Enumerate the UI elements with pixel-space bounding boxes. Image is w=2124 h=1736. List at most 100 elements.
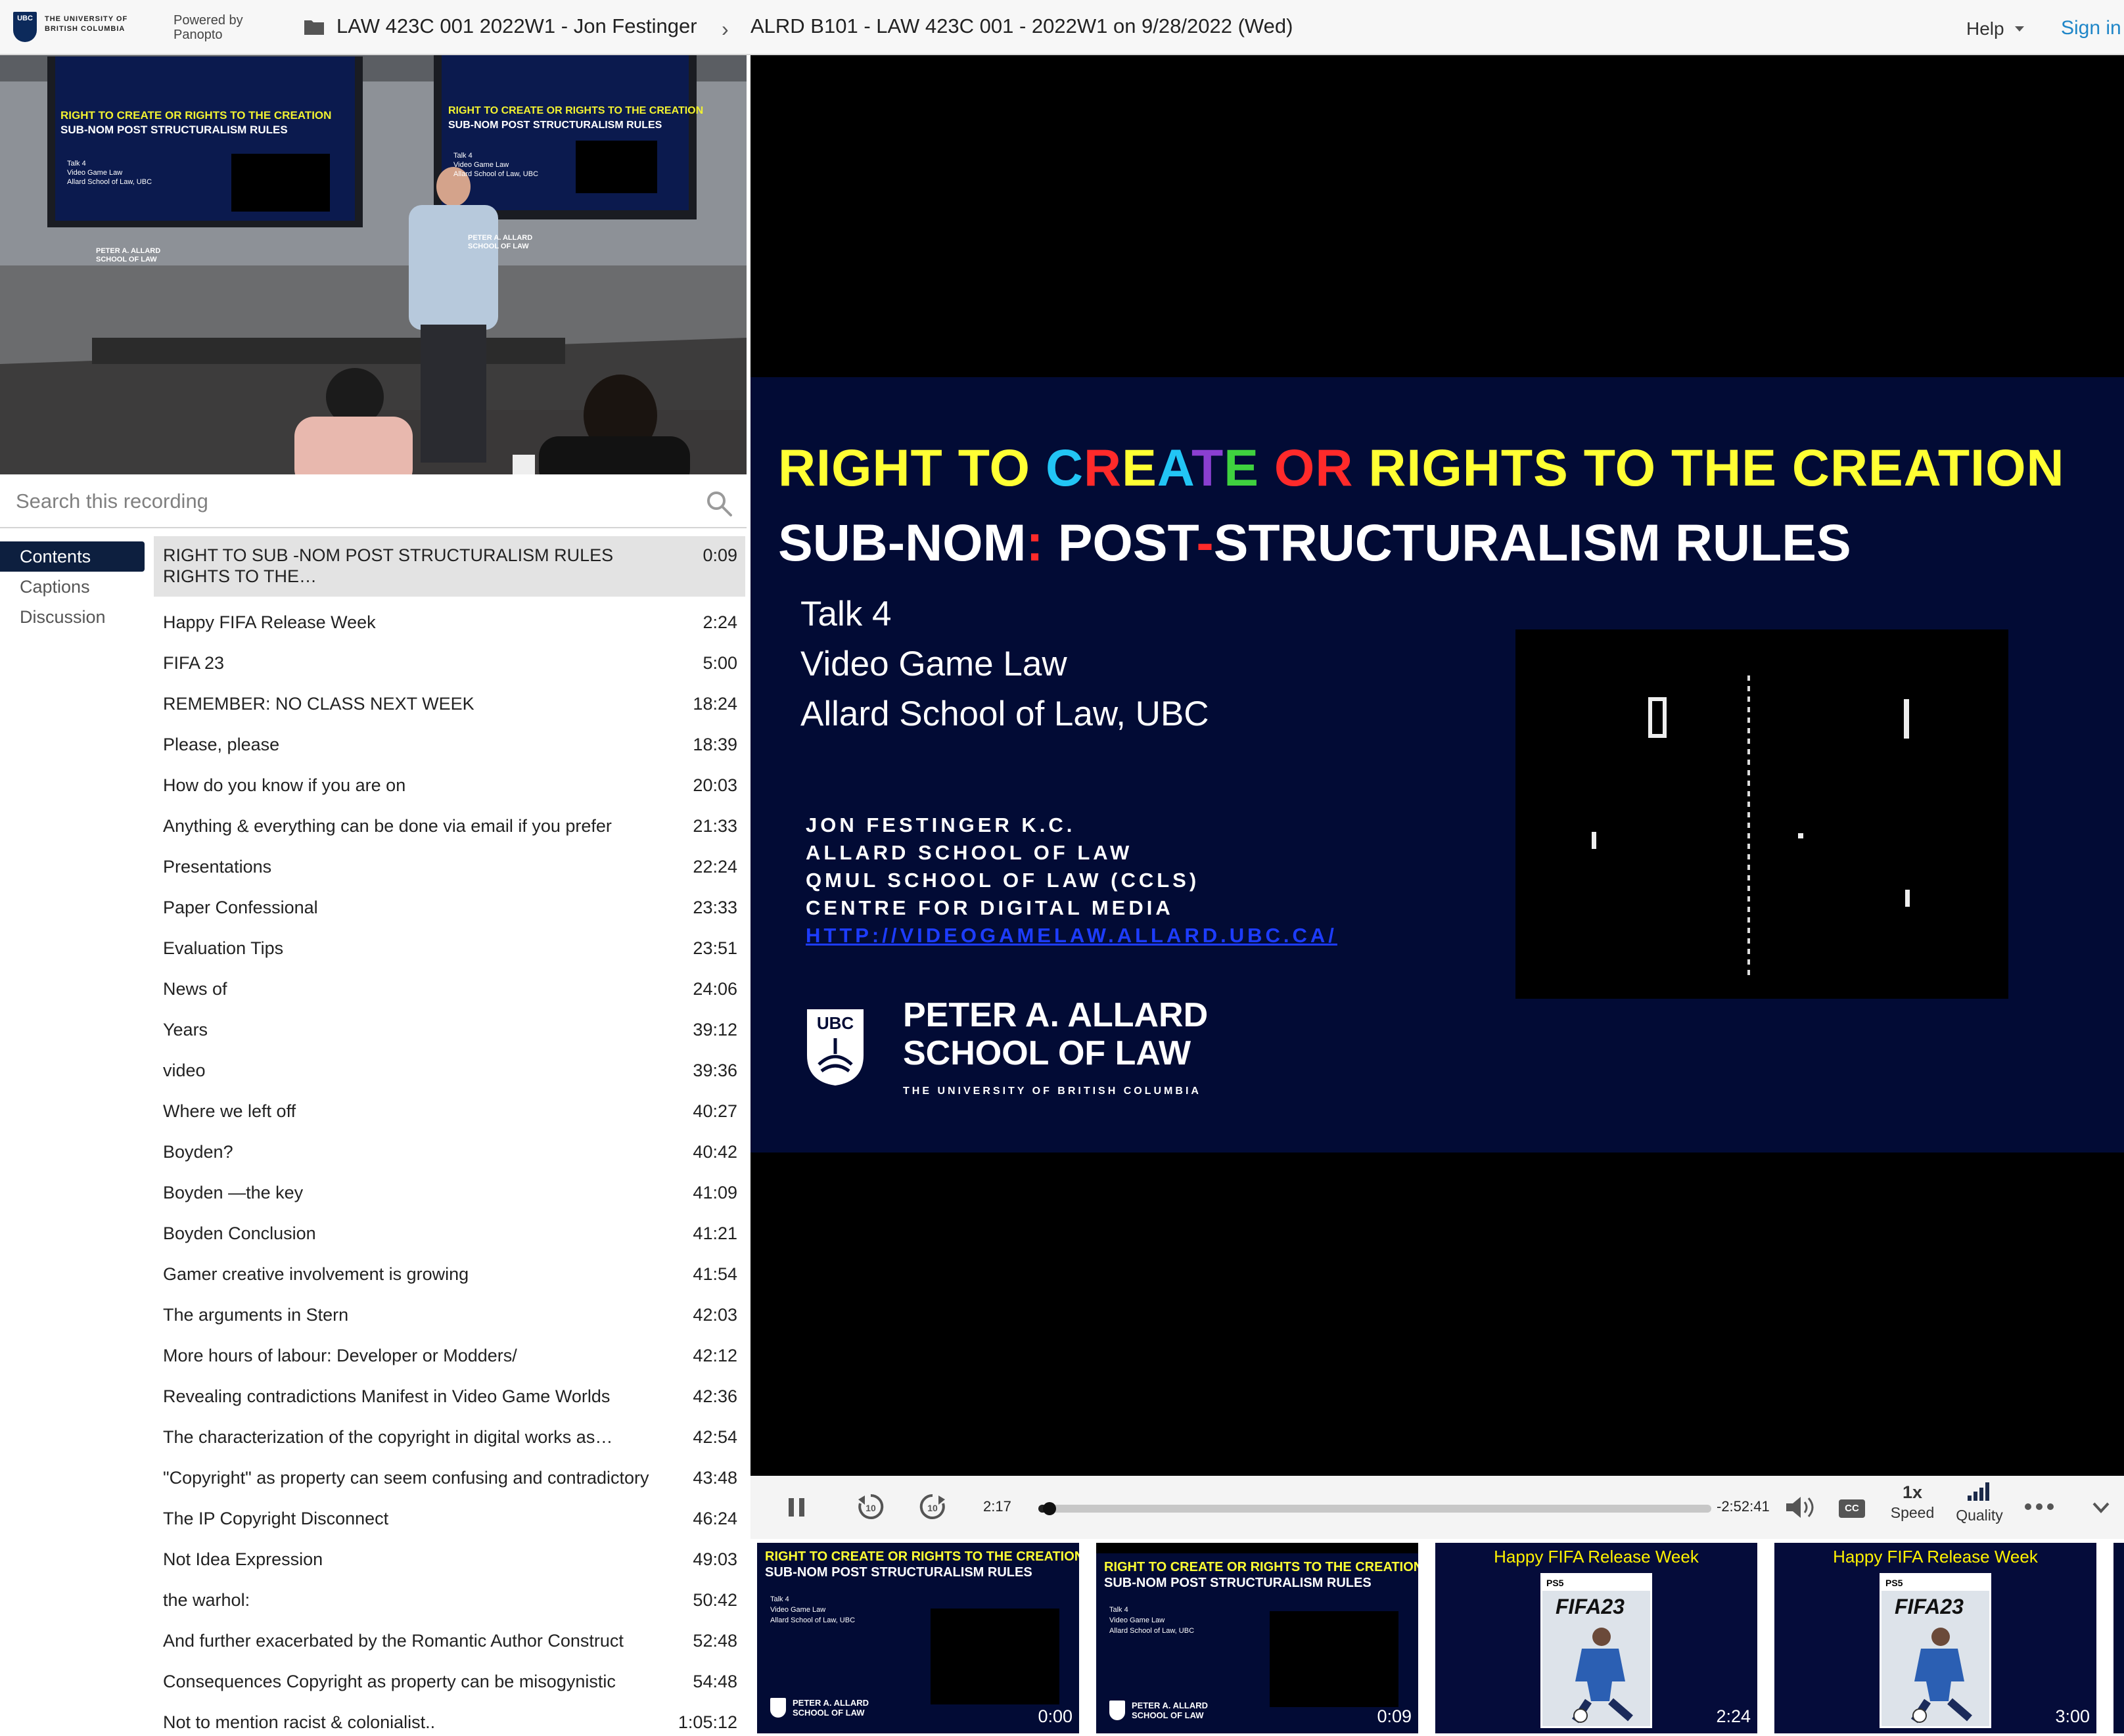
pause-icon[interactable] <box>785 1496 808 1519</box>
contents-item[interactable]: Gamer creative involvement is growing 41:… <box>154 1258 745 1289</box>
camera-feed[interactable]: RIGHT TO CREATE OR RIGHTS TO THE CREATIO… <box>0 55 747 474</box>
thumbnail-brand: PETER A. ALLARD SCHOOL OF LAW <box>1132 1701 1208 1720</box>
thumbnail-brand1: PETER A. ALLARD <box>793 1698 869 1708</box>
contents-item[interactable]: REMEMBER: NO CLASS NEXT WEEK 18:24 <box>154 687 745 719</box>
contents-item-title: Gamer creative involvement is growing <box>163 1264 469 1284</box>
thumbnail-time: 3:00 <box>2055 1706 2090 1726</box>
help-menu-button[interactable]: Help <box>1966 18 2004 39</box>
thumbnail-0[interactable]: RIGHT TO CREATE OR RIGHTS TO THE CREATIO… <box>757 1543 1079 1733</box>
ubc-logo[interactable]: UBC <box>13 12 37 42</box>
allard-brand-line1: PETER A. ALLARD <box>903 996 1209 1034</box>
thumbnail-talk: Talk 4 <box>1109 1606 1128 1614</box>
cam-right-slide-subtitle: SUB-NOM POST STRUCTURALISM RULES <box>448 120 662 131</box>
contents-item-time: 40:27 <box>693 1101 737 1121</box>
contents-item[interactable]: Presentations 22:24 <box>154 850 745 882</box>
contents-item[interactable]: And further exacerbated by the Romantic … <box>154 1624 745 1656</box>
tab-contents[interactable]: Contents <box>0 541 145 572</box>
contents-item[interactable]: Boyden Conclusion 41:21 <box>154 1217 745 1248</box>
contents-item[interactable]: The arguments in Stern 42:03 <box>154 1298 745 1330</box>
contents-item[interactable]: Consequences Copyright as property can b… <box>154 1665 745 1697</box>
contents-item[interactable]: Boyden —the key 41:09 <box>154 1176 745 1208</box>
contents-item[interactable]: Please, please 18:39 <box>154 728 745 760</box>
slide-credit: CENTRE FOR DIGITAL MEDIA <box>806 896 1174 919</box>
thumbnail-partial[interactable] <box>2113 1543 2124 1733</box>
contents-item[interactable]: More hours of labour: Developer or Modde… <box>154 1339 745 1371</box>
contents-item[interactable]: How do you know if you are on 20:03 <box>154 769 745 800</box>
progress-handle[interactable] <box>1043 1502 1057 1515</box>
contents-item[interactable]: Boyden? 40:42 <box>154 1135 745 1167</box>
help-caret-icon <box>2015 26 2024 32</box>
powered-by-panopto[interactable]: Powered by Panopto <box>173 13 279 42</box>
thumbnail-time: 0:00 <box>1038 1706 1073 1726</box>
contents-item[interactable]: The IP Copyright Disconnect 46:24 <box>154 1502 745 1534</box>
contents-item[interactable]: Years 39:12 <box>154 1013 745 1045</box>
contents-item[interactable]: Where we left off 40:27 <box>154 1095 745 1126</box>
contents-item[interactable]: Not Idea Expression 49:03 <box>154 1543 745 1574</box>
cam-left-slide-brand: PETER A. ALLARD SCHOOL OF LAW <box>96 247 160 264</box>
closed-captions-button[interactable]: CC <box>1839 1499 1865 1518</box>
contents-item[interactable]: "Copyright" as property can seem confusi… <box>154 1461 745 1493</box>
contents-item-title: Paper Confessional <box>163 898 318 917</box>
slide-title: RIGHT TO CREATE OR RIGHTS TO THE CREATIO… <box>778 438 2065 498</box>
pong-game-image <box>1515 629 2008 999</box>
contents-item-title: Please, please <box>163 735 280 754</box>
speed-button[interactable]: 1x Speed <box>1886 1482 1939 1522</box>
volume-icon[interactable] <box>1784 1494 1816 1520</box>
cam-right-slide-course: Video Game Law <box>453 161 509 169</box>
title-part: RIGHTS TO THE CREATION <box>1368 438 2065 497</box>
player-figure-icon <box>1572 1628 1633 1724</box>
contents-item[interactable]: the warhol: 50:42 <box>154 1584 745 1615</box>
video-player[interactable]: RIGHT TO CREATE OR RIGHTS TO THE CREATIO… <box>750 55 2124 1476</box>
slide-school: Allard School of Law, UBC <box>800 695 1209 733</box>
quality-button[interactable]: Quality <box>1947 1482 2012 1524</box>
contents-item-time: 50:42 <box>693 1590 737 1610</box>
breadcrumb-folder[interactable]: LAW 423C 001 2022W1 - Jon Festinger <box>336 14 697 38</box>
tab-discussion[interactable]: Discussion <box>0 602 145 632</box>
thumbnail-time: 0:09 <box>1377 1706 1412 1726</box>
contents-item-title: The characterization of the copyright in… <box>163 1427 613 1447</box>
contents-item[interactable]: Happy FIFA Release Week 2:24 <box>154 606 745 637</box>
contents-item[interactable]: Revealing contradictions Manifest in Vid… <box>154 1380 745 1411</box>
contents-item-title: Anything & everything can be done via em… <box>163 816 612 836</box>
contents-item[interactable]: Anything & everything can be done via em… <box>154 810 745 841</box>
cam-right-slide-brand: PETER A. ALLARD SCHOOL OF LAW <box>468 234 532 251</box>
contents-item-time: 22:24 <box>693 857 737 877</box>
search-icon[interactable] <box>704 489 733 518</box>
more-options-icon[interactable] <box>2024 1502 2054 1511</box>
title-part: R <box>1084 438 1122 497</box>
contents-item[interactable]: FIFA 23 5:00 <box>154 647 745 678</box>
contents-item-time: 42:03 <box>693 1305 737 1325</box>
contents-item-time: 39:36 <box>693 1061 737 1080</box>
thumbnail-3[interactable]: Happy FIFA Release Week PS5 FIFA23 3:00 <box>1774 1543 2096 1733</box>
contents-item[interactable]: News of 24:06 <box>154 972 745 1004</box>
contents-item-time: 52:48 <box>693 1631 737 1651</box>
thumbnail-2[interactable]: Happy FIFA Release Week PS5 FIFA23 2:24 <box>1435 1543 1757 1733</box>
cam-left-slide-brand1: PETER A. ALLARD <box>96 247 161 255</box>
contents-item[interactable]: Paper Confessional 23:33 <box>154 891 745 923</box>
title-part: T <box>1191 438 1224 497</box>
contents-item[interactable]: Evaluation Tips 23:51 <box>154 932 745 963</box>
contents-item[interactable]: RIGHT TO SUB -NOM POST STRUCTURALISM RUL… <box>154 536 745 597</box>
game-title: FIFA23 <box>1895 1595 1964 1618</box>
tab-captions[interactable]: Captions <box>0 572 145 602</box>
contents-item-title: Boyden Conclusion <box>163 1223 316 1243</box>
contents-item-title: REMEMBER: NO CLASS NEXT WEEK <box>163 694 474 714</box>
cam-right-slide-brand2: SCHOOL OF LAW <box>468 242 529 250</box>
thumbnail-1[interactable]: RIGHT TO CREATE OR RIGHTS TO THE CREATIO… <box>1096 1543 1418 1733</box>
contents-item[interactable]: The characterization of the copyright in… <box>154 1421 745 1452</box>
contents-item-time: 43:48 <box>693 1468 737 1488</box>
contents-item-time: 39:12 <box>693 1020 737 1039</box>
contents-item-title: Happy FIFA Release Week <box>163 612 376 632</box>
search-input[interactable] <box>16 485 673 518</box>
cam-left-slide-course: Video Game Law <box>67 169 123 177</box>
cam-left-slide-subtitle: SUB-NOM POST STRUCTURALISM RULES <box>60 124 288 136</box>
thumbnail-title: Happy FIFA Release Week <box>1494 1547 1699 1566</box>
contents-item[interactable]: Not to mention racist & colonialist.. 1:0… <box>154 1706 745 1736</box>
contents-item[interactable]: video 39:36 <box>154 1054 745 1085</box>
progress-scrubber[interactable] <box>1038 1502 1711 1515</box>
quality-label: Quality <box>1956 1507 2003 1524</box>
rewind-10-icon[interactable]: 10 <box>856 1492 886 1522</box>
chevron-down-icon[interactable] <box>2091 1499 2111 1515</box>
forward-10-icon[interactable]: 10 <box>917 1492 948 1522</box>
sign-in-link[interactable]: Sign in <box>2061 17 2121 39</box>
